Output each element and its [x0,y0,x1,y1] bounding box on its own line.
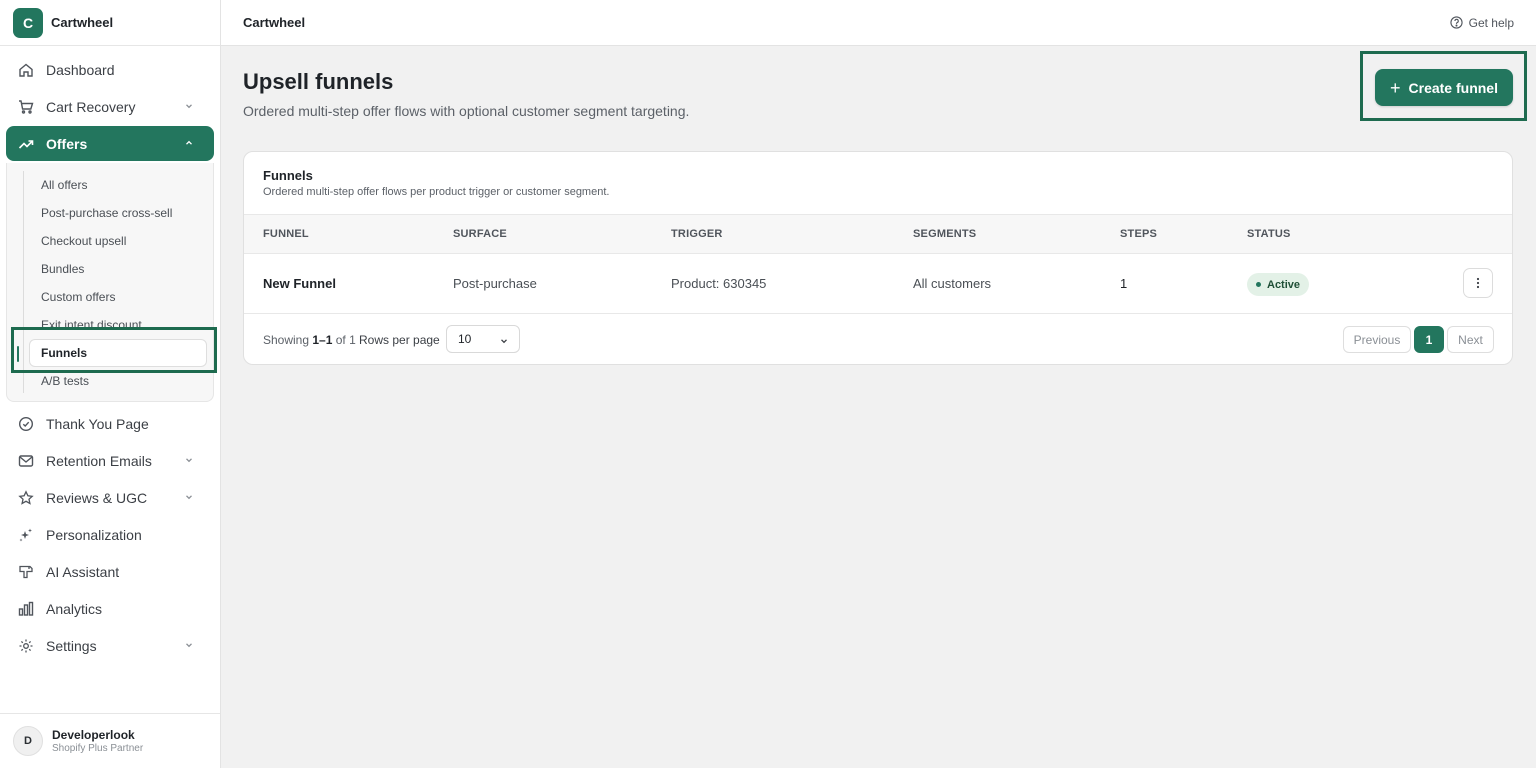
chevron-down-icon [186,458,192,463]
bar-chart-icon [18,601,34,617]
sidebar-item-label: AI Assistant [46,563,120,580]
card-header: Funnels Ordered multi-step offer flows p… [244,152,1512,215]
subnav-item-checkout-upsell[interactable]: Checkout upsell [13,227,207,255]
table-header: FUNNEL SURFACE TRIGGER SEGMENTS STEPS ST… [244,215,1512,254]
sidebar-item-cart-recovery[interactable]: Cart Recovery [6,89,214,124]
subnav-item-funnels[interactable]: Funnels [17,339,207,367]
next-page-button[interactable]: Next [1447,326,1494,353]
chevron-down-icon [186,643,192,648]
showing-range: 1–1 [312,333,333,347]
profile-name: Developerlook [52,728,135,742]
profile-role: Shopify Plus Partner [52,743,144,754]
sidebar-item-settings[interactable]: Settings [6,628,214,663]
chevron-down-icon [186,104,192,109]
column-header-steps: STEPS [1120,228,1158,240]
topbar: Cartwheel Get help [221,0,1536,46]
column-header-funnel: FUNNEL [263,228,309,240]
subnav-item-exit-intent-discount[interactable]: Exit intent discount [13,311,207,339]
sidebar-item-analytics[interactable]: Analytics [6,591,214,626]
chevron-down-icon [186,495,192,500]
help-circle-icon [1449,16,1463,29]
column-header-trigger: TRIGGER [671,228,723,240]
page-number-button[interactable]: 1 [1414,326,1444,353]
gear-icon [18,638,34,654]
subnav-item-custom-offers[interactable]: Custom offers [13,283,207,311]
subnav-item-bundles[interactable]: Bundles [13,255,207,283]
sidebar-item-label: Analytics [46,600,103,617]
subnav-item-ab-tests[interactable]: A/B tests [13,367,207,395]
sidebar-item-label: Retention Emails [46,452,152,469]
sidebar-item-label: Cart Recovery [46,98,136,115]
plus-icon: + [1390,77,1401,98]
showing-prefix: Showing [263,333,310,347]
topbar-title: Cartwheel [243,15,306,30]
card-subtitle: Ordered multi-step offer flows per produ… [263,186,610,198]
chevron-down-icon [501,339,507,344]
column-header-surface: SURFACE [453,228,507,240]
cell-steps: 1 [1120,276,1128,291]
card-title: Funnels [263,168,313,183]
column-header-status: STATUS [1247,228,1291,240]
profile-text: Developerlook Shopify Plus Partner [52,728,143,754]
sidebar-item-label: Personalization [46,526,142,543]
rows-per-page-label: Rows per page [359,333,440,347]
offers-subnav: All offers Post-purchase cross-sell Chec… [6,163,214,402]
rows-per-page-value: 10 [458,332,472,346]
trending-up-icon [18,136,34,152]
sidebar-item-reviews-ugc[interactable]: Reviews & UGC [6,480,214,515]
sidebar-item-label: Reviews & UGC [46,489,148,506]
table-footer: Showing 1–1 of 1 Rows per page 10 Previo… [244,314,1512,364]
sidebar: C Cartwheel Dashboard Cart Recovery Offe… [0,0,221,768]
more-vertical-icon [1476,277,1480,289]
brand-name: Cartwheel [51,15,114,30]
get-help-link[interactable]: Get help [1449,15,1514,30]
subnav-item-post-purchase-cross-sell[interactable]: Post-purchase cross-sell [13,199,207,227]
page-title: Upsell funnels [243,69,394,94]
showing-suffix: of 1 [335,333,356,347]
sidebar-item-personalization[interactable]: Personalization [6,517,214,552]
sidebar-item-label: Dashboard [46,61,115,78]
brand-logo: C [13,7,43,38]
sidebar-item-dashboard[interactable]: Dashboard [6,52,214,87]
sidebar-item-label: Thank You Page [46,415,149,432]
avatar: D [13,726,43,756]
create-funnel-button[interactable]: + Create funnel [1375,69,1513,106]
showing-count: Showing 1–1 of 1 [263,333,356,347]
page-subtitle: Ordered multi-step offer flows with opti… [243,103,690,119]
sidebar-item-retention-emails[interactable]: Retention Emails [6,443,214,478]
sidebar-item-ai-assistant[interactable]: AI Assistant [6,554,214,589]
previous-page-button[interactable]: Previous [1343,326,1411,353]
sidebar-item-label: Settings [46,637,97,654]
subnav-item-all-offers[interactable]: All offers [13,171,207,199]
ai-icon [18,564,34,580]
sidebar-item-thank-you-page[interactable]: Thank You Page [6,406,214,441]
get-help-label: Get help [1468,15,1514,30]
chevron-up-icon [186,140,192,145]
status-badge: Active [1247,273,1310,296]
sidebar-nav: Dashboard Cart Recovery Offers All offer… [0,46,220,663]
star-icon [18,489,34,506]
sparkle-icon [18,527,34,543]
table-row[interactable]: New Funnel Post-purchase Product: 630345… [244,254,1512,314]
sidebar-item-offers[interactable]: Offers [6,126,214,161]
column-header-segments: SEGMENTS [913,228,977,240]
cart-icon [18,99,34,115]
funnels-card: Funnels Ordered multi-step offer flows p… [243,151,1513,365]
cell-surface: Post-purchase [453,276,537,291]
sidebar-item-label: Offers [46,135,88,152]
rows-per-page-select[interactable]: 10 [446,325,520,353]
mail-icon [18,453,34,469]
user-profile[interactable]: D Developerlook Shopify Plus Partner [0,713,220,768]
home-icon [18,62,34,78]
cell-funnel-name[interactable]: New Funnel [263,276,336,291]
cell-segments: All customers [913,276,992,291]
check-circle-icon [18,416,34,432]
create-funnel-label: Create funnel [1408,79,1498,96]
brand: C Cartwheel [0,0,220,46]
row-actions-button[interactable] [1463,268,1493,298]
cell-trigger: Product: 630345 [671,276,767,291]
